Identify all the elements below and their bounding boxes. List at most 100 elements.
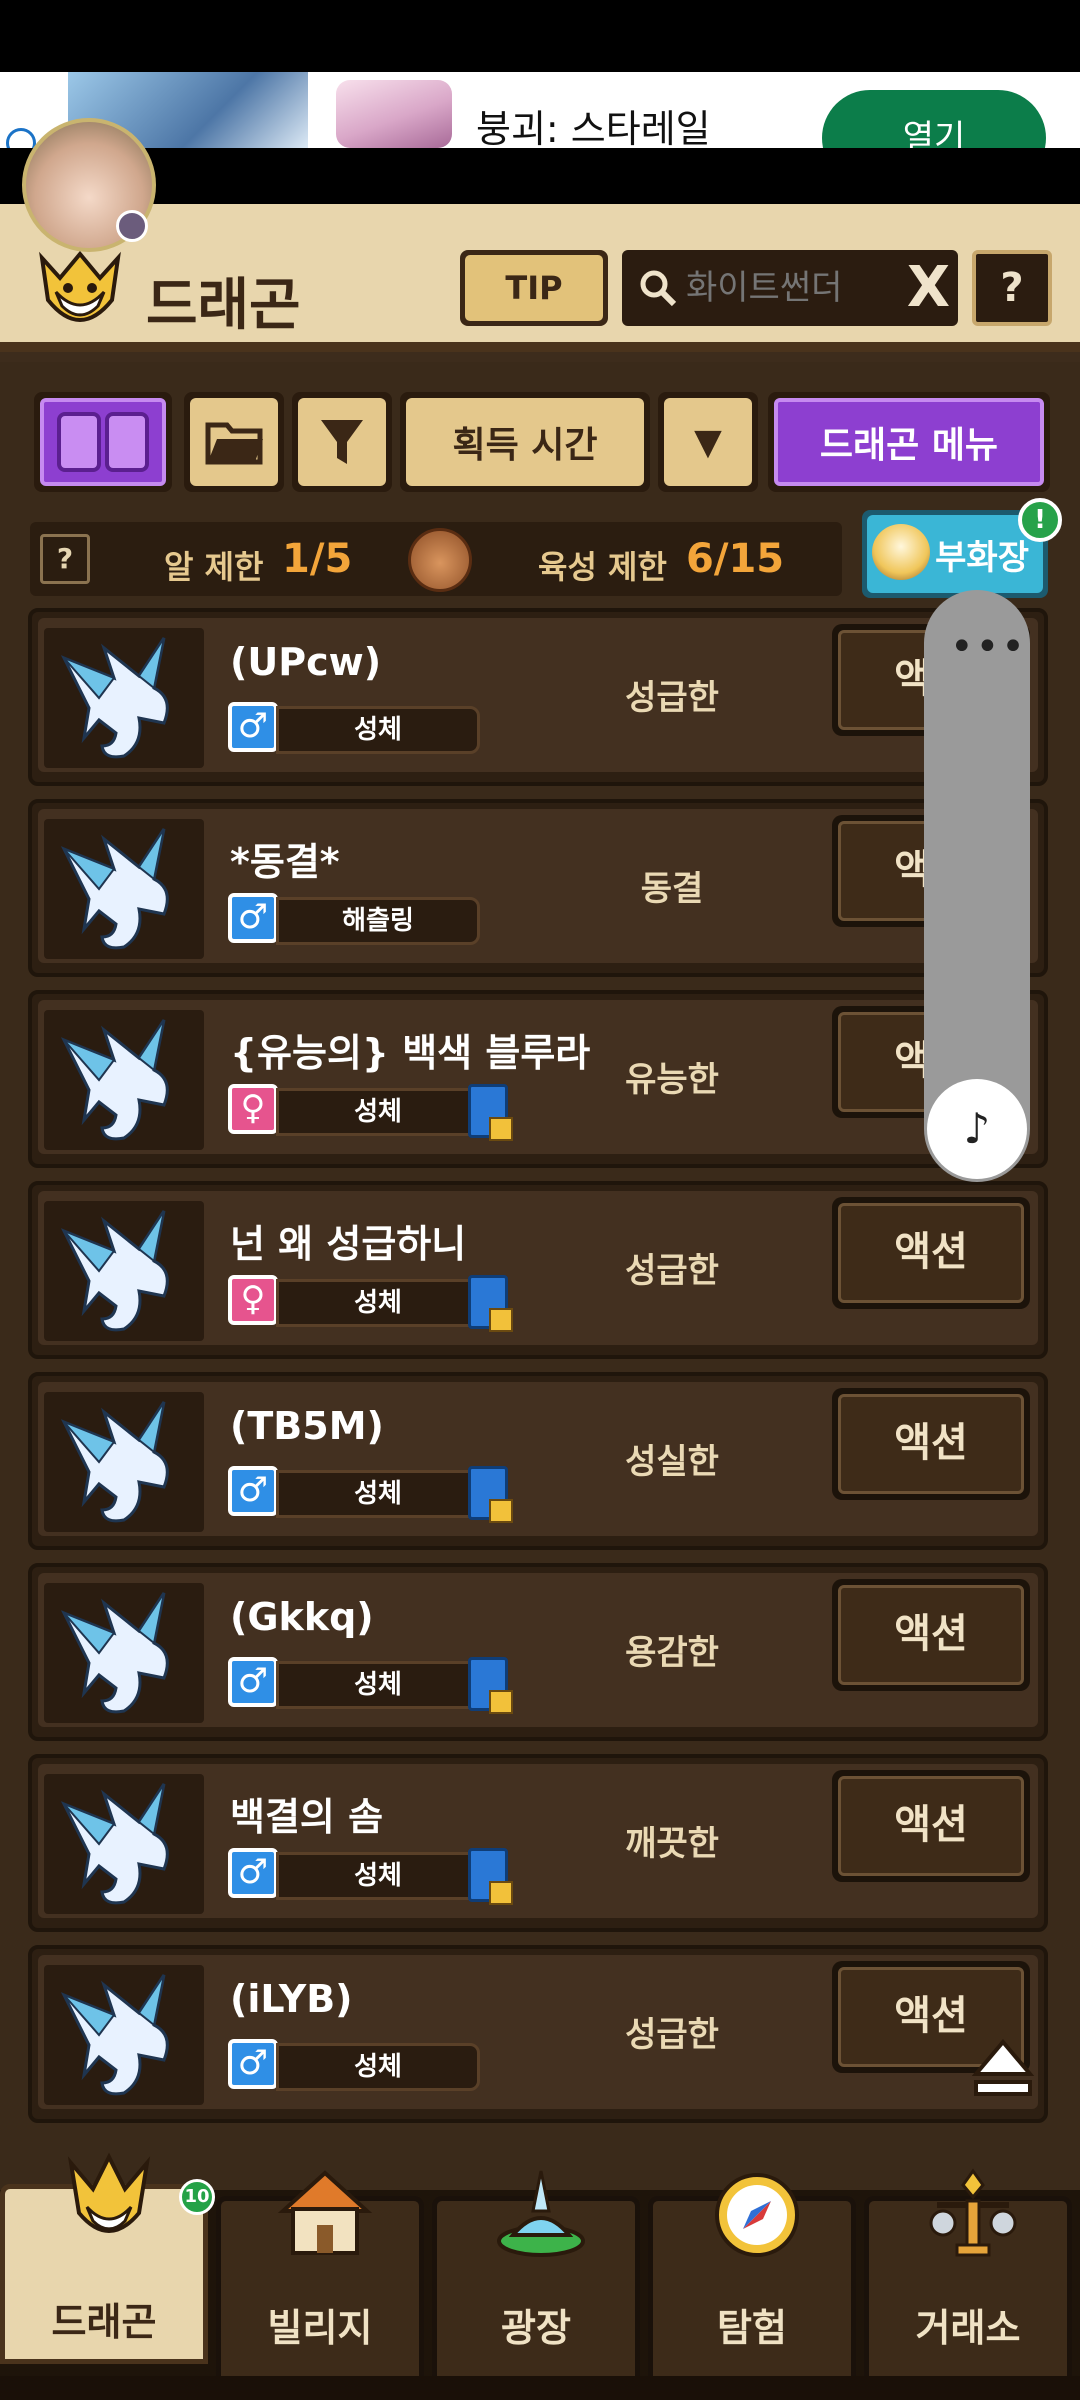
sort-label: 획득 시간 bbox=[406, 398, 644, 486]
dragon-name: (TB5M) bbox=[230, 1404, 384, 1448]
dragon-trait: 성급한 bbox=[625, 678, 719, 718]
nav-label: 거래소 bbox=[915, 2306, 1021, 2350]
nav-village[interactable]: 빌리지 bbox=[216, 2170, 424, 2400]
dragon-row[interactable]: (TB5M) ♂ 성체 성실한 액션 bbox=[28, 1372, 1048, 1550]
action-button[interactable]: 액션 bbox=[832, 1388, 1030, 1500]
hatchery-alert-badge: ! bbox=[1018, 498, 1062, 542]
help-button[interactable]: ? bbox=[972, 250, 1052, 326]
page-header: 드래곤 TIP X ? bbox=[0, 204, 1080, 352]
nav-label: 빌리지 bbox=[267, 2306, 373, 2350]
dragon-name: *동결* bbox=[230, 840, 340, 884]
dragon-stage: 성체 bbox=[276, 2043, 480, 2091]
action-button[interactable]: 액션 bbox=[832, 1770, 1030, 1882]
folder-button[interactable] bbox=[184, 392, 284, 492]
nav-dragon[interactable]: 드래곤 10 bbox=[0, 2152, 215, 2364]
nav-count-badge: 10 bbox=[179, 2179, 215, 2215]
limits-help-button[interactable]: ? bbox=[40, 534, 90, 584]
ad-open-button[interactable]: 열기 bbox=[822, 90, 1046, 148]
dragon-stage: 성체 bbox=[276, 1661, 480, 1709]
village-icon bbox=[277, 2170, 373, 2255]
ad-info-icon[interactable] bbox=[6, 128, 36, 148]
dragon-stage: 해츨링 bbox=[276, 897, 480, 945]
dragon-name: 백결의 솜 bbox=[230, 1795, 384, 1839]
dragon-row[interactable]: {유능의} 백색 블루라♀성체유능한액션 bbox=[28, 990, 1048, 1168]
dragon-trait: 용감한 bbox=[625, 1633, 719, 1673]
tip-button[interactable]: TIP bbox=[460, 250, 608, 326]
floating-panel[interactable]: ••• ♪ bbox=[924, 590, 1030, 1182]
dragon-portrait[interactable] bbox=[44, 1774, 204, 1914]
ad-divider bbox=[0, 148, 1080, 204]
raise-limit-value: 6/15 bbox=[686, 536, 785, 582]
dragon-portrait[interactable] bbox=[44, 1392, 204, 1532]
page-title: 드래곤 bbox=[146, 273, 301, 338]
sort-dropdown-button[interactable]: ▼ bbox=[658, 392, 758, 492]
dragon-row[interactable]: 백결의 솜 ♂ 성체 깨끗한 액션 bbox=[28, 1754, 1048, 1932]
nest-icon bbox=[872, 524, 930, 580]
search-box[interactable]: X bbox=[622, 250, 958, 326]
fountain-icon bbox=[497, 2170, 585, 2257]
dragon-stage: 성체 bbox=[276, 1088, 480, 1136]
nav-exchange[interactable]: 거래소 bbox=[864, 2168, 1072, 2400]
view-toggle-button[interactable] bbox=[34, 392, 172, 492]
nav-label: 드래곤 bbox=[51, 2300, 157, 2344]
ad-banner[interactable]: 붕괴: 스타레일 열기 bbox=[0, 72, 1080, 148]
compass-icon bbox=[715, 2173, 799, 2257]
dragon-row[interactable]: 넌 왜 성급하니 ♀ 성체 성급한 액션 bbox=[28, 1181, 1048, 1359]
dragon-name: 넌 왜 성급하니 bbox=[230, 1222, 467, 1266]
dragon-menu-button[interactable]: 드래곤 메뉴 bbox=[768, 392, 1050, 492]
filter-button[interactable] bbox=[292, 392, 392, 492]
avatar[interactable] bbox=[22, 118, 156, 252]
bottom-nav: 드래곤 10 빌리지 광장 탐험 거래소 bbox=[0, 2152, 1080, 2400]
action-label: 액션 bbox=[838, 1203, 1024, 1303]
dragon-stage: 성체 bbox=[276, 706, 480, 754]
dragon-portrait[interactable] bbox=[44, 1965, 204, 2105]
limits-bar: ? 알 제한 1/5 육성 제한 6/15 bbox=[30, 522, 842, 596]
book-icon bbox=[468, 1848, 513, 1905]
dragon-portrait[interactable] bbox=[44, 819, 204, 959]
more-icon[interactable]: ••• bbox=[950, 624, 1027, 670]
nav-label: 탐험 bbox=[717, 2306, 787, 2350]
dragon-portrait[interactable] bbox=[44, 1010, 204, 1150]
egg-limit-value: 1/5 bbox=[282, 536, 353, 582]
clear-search-button[interactable]: X bbox=[907, 256, 950, 320]
male-icon: ♂ bbox=[228, 893, 278, 943]
dragon-trait: 성급한 bbox=[625, 2015, 719, 2055]
raise-limit-label: 육성 제한 bbox=[538, 548, 667, 586]
dragon-name: (UPcw) bbox=[230, 640, 382, 684]
action-label: 액션 bbox=[838, 1394, 1024, 1494]
dragon-row[interactable]: *동결*♂해츨링동결액션 bbox=[28, 799, 1048, 977]
dragon-portrait[interactable] bbox=[44, 628, 204, 768]
dragon-trait: 성급한 bbox=[625, 1251, 719, 1291]
egg-icon bbox=[408, 528, 472, 592]
dragon-trait: 동결 bbox=[640, 869, 704, 909]
female-icon: ♀ bbox=[228, 1084, 278, 1134]
dragon-portrait[interactable] bbox=[44, 1583, 204, 1723]
nav-plaza[interactable]: 광장 bbox=[432, 2170, 640, 2400]
book-icon bbox=[468, 1466, 513, 1523]
dragon-row[interactable]: (iLYB) ♂ 성체 성급한 액션 bbox=[28, 1945, 1048, 2123]
book-icon bbox=[468, 1657, 513, 1714]
dragon-row[interactable]: (UPcw)♂성체성급한액션 bbox=[28, 608, 1048, 786]
music-icon[interactable]: ♪ bbox=[927, 1079, 1027, 1179]
dragon-portrait[interactable] bbox=[44, 1201, 204, 1341]
game-screen: 드래곤 TIP X ? bbox=[0, 204, 1080, 2400]
ad-app-icon[interactable] bbox=[336, 80, 452, 148]
male-icon: ♂ bbox=[228, 1657, 278, 1707]
dragon-name: (Gkkq) bbox=[230, 1595, 374, 1639]
action-button[interactable]: 액션 bbox=[832, 1579, 1030, 1691]
male-icon: ♂ bbox=[228, 1466, 278, 1516]
dragon-stage: 성체 bbox=[276, 1470, 480, 1518]
sort-button[interactable]: 획득 시간 bbox=[400, 392, 650, 492]
dragon-logo-icon bbox=[39, 250, 121, 322]
hatchery-label: 부화장 bbox=[935, 537, 1029, 578]
nav-underbar bbox=[0, 2376, 1080, 2400]
scroll-top-icon[interactable] bbox=[968, 2034, 1038, 2104]
female-icon: ♀ bbox=[228, 1275, 278, 1325]
dragon-name: (iLYB) bbox=[230, 1977, 353, 2021]
dragon-stage: 성체 bbox=[276, 1279, 480, 1327]
nav-explore[interactable]: 탐험 bbox=[648, 2173, 856, 2400]
search-input[interactable] bbox=[686, 262, 896, 314]
action-button[interactable]: 액션 bbox=[832, 1197, 1030, 1309]
dragon-row[interactable]: (Gkkq) ♂ 성체 용감한 액션 bbox=[28, 1563, 1048, 1741]
dragon-stage: 성체 bbox=[276, 1852, 480, 1900]
